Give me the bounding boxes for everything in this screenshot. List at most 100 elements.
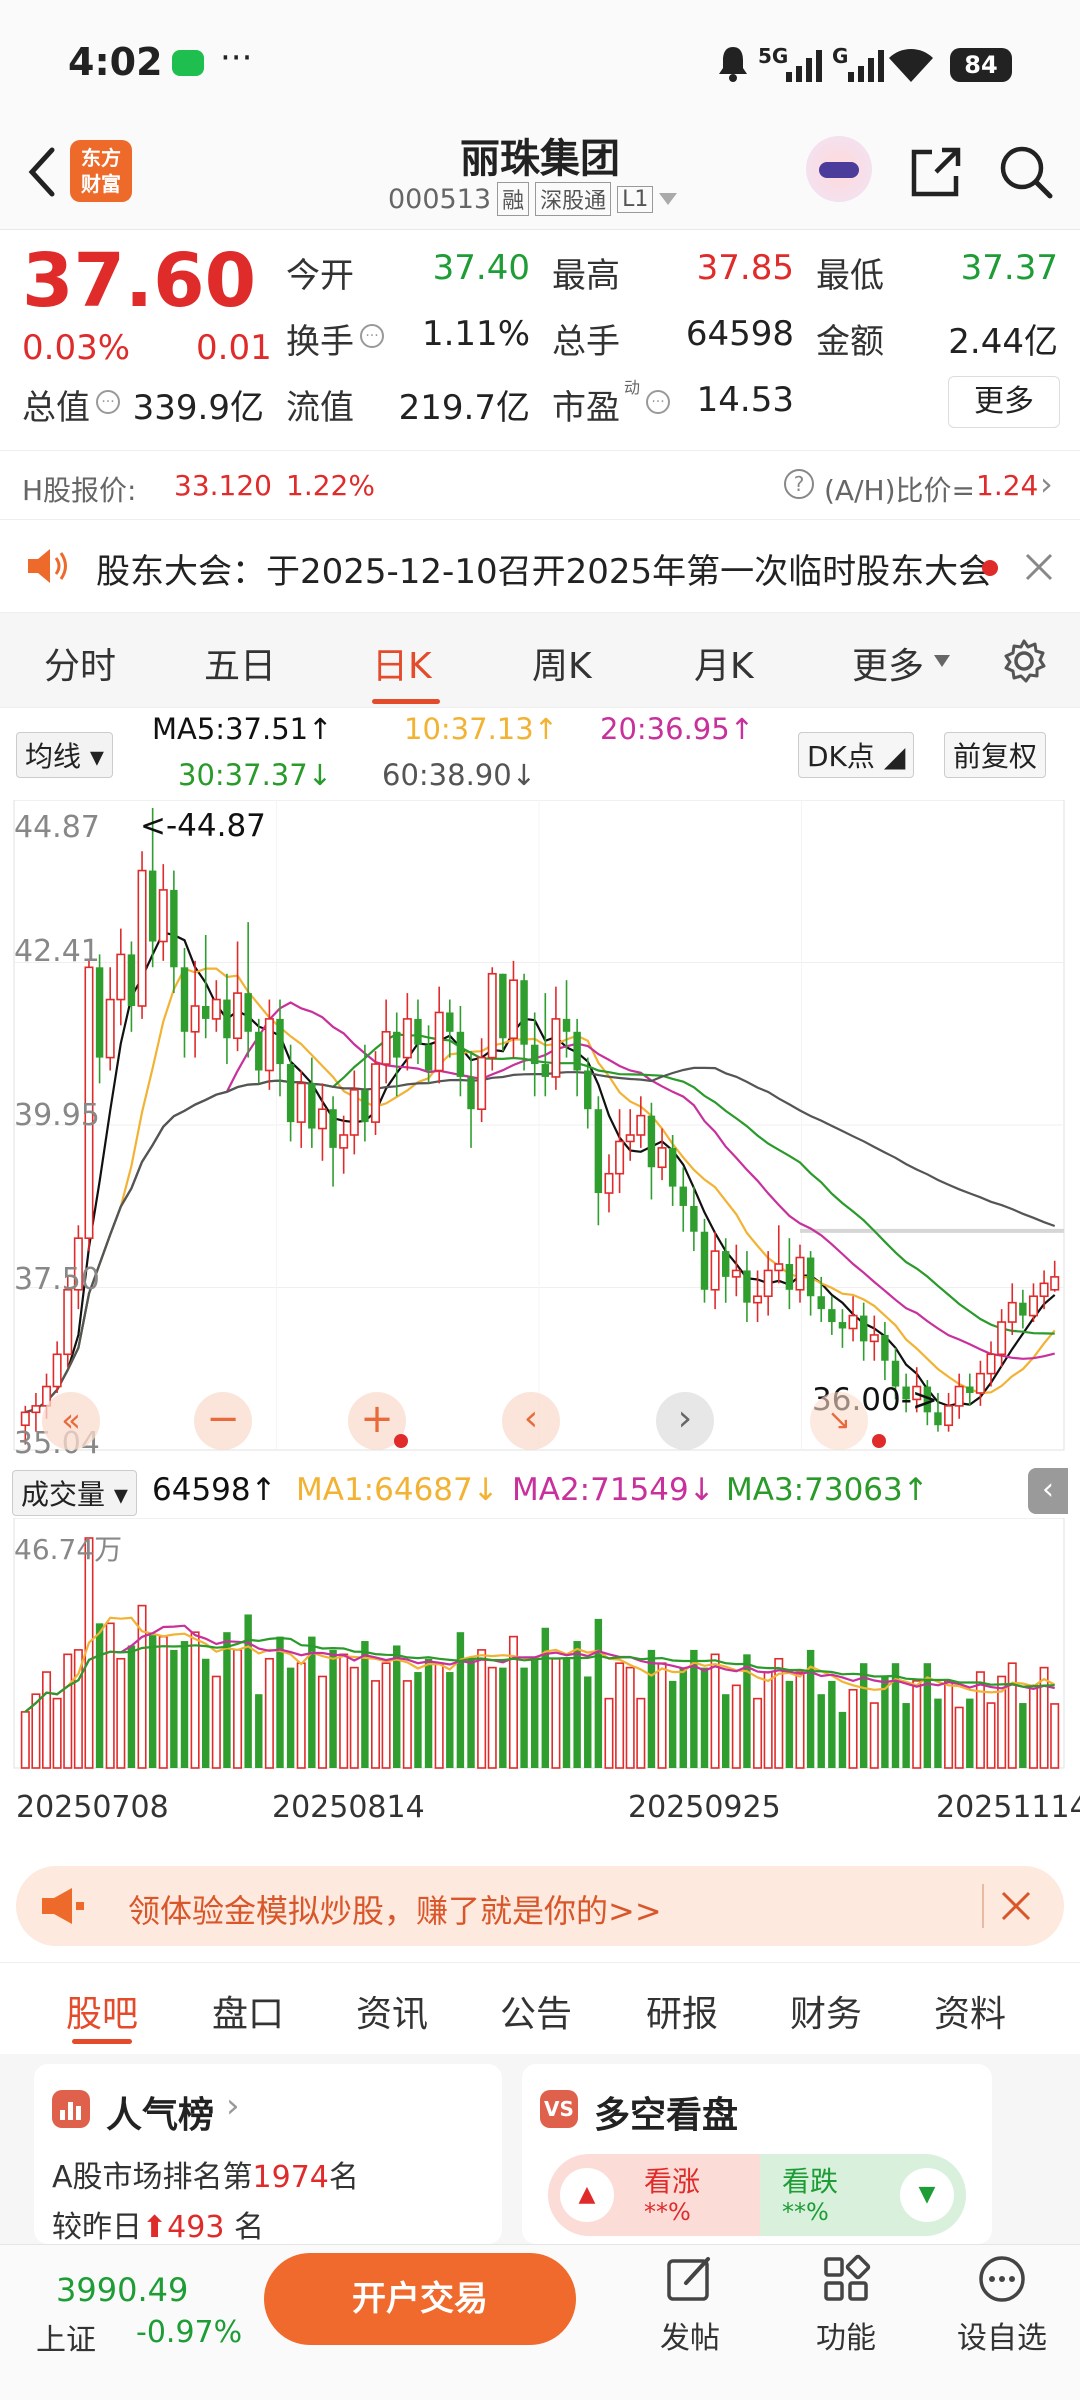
assistant-robot-icon[interactable] xyxy=(806,136,872,202)
search-icon[interactable] xyxy=(996,142,1056,202)
add-watchlist-button[interactable]: 设自选 xyxy=(942,2253,1062,2357)
volume-bar xyxy=(402,1680,412,1769)
tab-financials[interactable]: 财务 xyxy=(790,1985,862,2037)
signal-bars-2-icon xyxy=(848,50,884,82)
candle-body xyxy=(339,1134,349,1149)
bull-button[interactable]: ▲ 看涨 **% xyxy=(548,2154,760,2236)
signal-g-label: G xyxy=(832,44,849,68)
tab-monthly-k[interactable]: 月K xyxy=(694,637,754,689)
tab-daily-k[interactable]: 日K xyxy=(372,637,432,689)
volume-bar xyxy=(584,1676,592,1768)
prev-icon[interactable]: ‹ xyxy=(502,1392,560,1450)
info-dots-icon[interactable]: ··· xyxy=(646,390,670,414)
mktcap-label[interactable]: 总值 xyxy=(22,380,90,429)
volume-bar xyxy=(731,1684,741,1769)
change-percent: 0.03% xyxy=(22,328,131,368)
more-circle-icon xyxy=(979,2256,1025,2302)
volume-bar xyxy=(456,1632,465,1768)
tab-weekly-k[interactable]: 周K xyxy=(532,637,592,689)
index-name[interactable]: 上证 xyxy=(36,2315,96,2359)
candle-body xyxy=(573,1031,581,1071)
volume-selector[interactable]: 成交量 ▾ xyxy=(12,1470,137,1516)
popularity-rank-line: A股市场排名第1974名 xyxy=(52,2152,359,2196)
rewind-icon[interactable]: « xyxy=(42,1392,100,1450)
volume-bar xyxy=(424,1658,433,1768)
ma5-value: MA5:37.51↑ xyxy=(152,712,333,746)
open-account-trade-button[interactable]: 开户交易 xyxy=(264,2253,576,2345)
sentiment-card[interactable]: VS 多空看盘 ▲ 看涨 **% 看跌 **% ▼ xyxy=(522,2064,992,2244)
candle-body xyxy=(116,953,126,1001)
tab-forum[interactable]: 股吧 xyxy=(66,1985,138,2037)
tab-profile[interactable]: 资料 xyxy=(934,1985,1006,2037)
notice-banner[interactable]: 股东大会：于2025-12-10召开2025年第一次临时股东大会 xyxy=(0,520,1080,612)
candle-body xyxy=(975,1372,985,1394)
open-label: 今开 xyxy=(286,256,354,296)
candle-body xyxy=(647,1115,656,1168)
candle-body xyxy=(700,1231,709,1290)
bear-button[interactable]: 看跌 **% ▼ xyxy=(760,2154,966,2236)
tab-intraday[interactable]: 分时 xyxy=(44,637,116,689)
volume-bar xyxy=(180,1641,189,1768)
index-value[interactable]: 3990.49 xyxy=(56,2271,188,2309)
ma-selector[interactable]: 均线 ▾ xyxy=(16,732,113,778)
tab-research[interactable]: 研报 xyxy=(646,1985,718,2037)
change-value: 493 xyxy=(167,2210,225,2244)
settings-gear-icon[interactable] xyxy=(1000,637,1048,685)
next-icon[interactable]: › xyxy=(656,1392,714,1450)
candle-body xyxy=(202,1006,210,1019)
info-dots-icon[interactable]: ··· xyxy=(360,324,384,348)
volume-bar xyxy=(986,1702,996,1769)
tab-five-day[interactable]: 五日 xyxy=(204,637,276,689)
info-dots-icon[interactable]: ··· xyxy=(96,390,120,414)
candle-body xyxy=(233,992,243,1040)
badge-dot xyxy=(872,1434,886,1448)
tab-announcements[interactable]: 公告 xyxy=(500,1985,572,2037)
promo-banner[interactable]: 领体验金模拟炒股，赚了就是你的>> xyxy=(16,1866,1064,1946)
tab-more[interactable]: 更多 xyxy=(852,637,924,689)
candle-body xyxy=(499,973,507,1039)
crosshair-icon[interactable]: ↘ xyxy=(810,1392,868,1450)
volume-bar xyxy=(636,1697,646,1769)
adjust-button[interactable]: 前复权 xyxy=(944,732,1047,778)
dk-point-button[interactable]: DK点 ◢ xyxy=(798,732,915,778)
bear-pct: **% xyxy=(782,2198,829,2226)
more-stats-button[interactable]: 更多 xyxy=(948,376,1060,428)
turnover-label[interactable]: 换手 xyxy=(286,314,354,363)
candle-body xyxy=(828,1309,836,1323)
functions-button[interactable]: 功能 xyxy=(786,2253,906,2357)
tab-orderbook[interactable]: 盘口 xyxy=(212,1985,284,2037)
stock-code-row[interactable]: 000513 融 深股通 L1 xyxy=(388,182,678,216)
amount-label: 金额 xyxy=(816,322,884,362)
post-button[interactable]: 发帖 xyxy=(630,2253,750,2357)
bell-icon xyxy=(719,47,747,82)
volume-bar xyxy=(551,1657,561,1769)
volume-bar xyxy=(902,1703,910,1768)
rank-suffix: 名 xyxy=(328,2160,359,2195)
pe-label[interactable]: 市盈 xyxy=(552,380,620,429)
float-value: 219.7亿 xyxy=(398,388,530,428)
bottom-bar: 3990.49 上证 -0.97% 开户交易 发帖 功能 设自选 xyxy=(0,2244,1080,2400)
volume-bar xyxy=(753,1697,763,1769)
volume-chart[interactable]: 46.74万 xyxy=(0,1517,1080,1778)
close-icon[interactable] xyxy=(1000,1890,1032,1922)
rank-value: 1974 xyxy=(252,2160,329,2195)
popularity-card[interactable]: 人气榜 › A股市场排名第1974名 较昨日⬆493 名 xyxy=(34,2064,502,2244)
volume-bar xyxy=(934,1698,942,1768)
kline-chart[interactable]: 44.87 42.41 39.95 37.50 35.04 <-44.87 36… xyxy=(0,799,1080,1461)
quote-panel: 37.60 0.03% 0.01 今开 37.40 最高 37.85 最低 37… xyxy=(0,230,1080,450)
date-label: 20250708 xyxy=(16,1790,169,1825)
open-value: 37.40 xyxy=(432,248,530,288)
h-share-row[interactable]: H股报价: 33.120 1.22% ? (A/H)比价= 1.24 › xyxy=(0,450,1080,520)
candle-body xyxy=(20,1411,30,1427)
tab-news[interactable]: 资讯 xyxy=(356,1985,428,2037)
candle-body xyxy=(774,1263,784,1272)
candle-body xyxy=(722,1251,730,1277)
zoom-out-icon[interactable]: − xyxy=(194,1392,252,1450)
collapse-panel-icon[interactable]: ‹ xyxy=(1028,1468,1068,1514)
share-icon[interactable] xyxy=(906,142,966,202)
close-icon[interactable] xyxy=(1024,552,1054,582)
help-icon[interactable]: ? xyxy=(784,469,814,499)
ma-line-ma20 xyxy=(24,1001,1055,1414)
candle-body xyxy=(170,889,178,968)
change-suffix: 名 xyxy=(233,2210,264,2244)
